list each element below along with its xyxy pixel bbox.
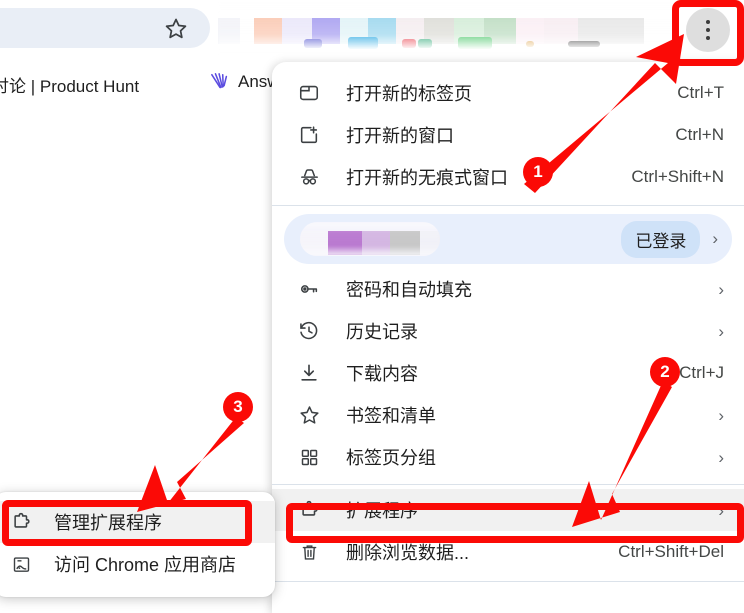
puzzle-icon <box>8 509 34 535</box>
annotation-badge-3: 3 <box>223 392 253 422</box>
menu-item-delete-browsing-data[interactable]: 删除浏览数据... Ctrl+Shift+Del <box>272 531 744 573</box>
menu-item-passwords-autofill[interactable]: 密码和自动填充 › <box>272 268 744 310</box>
menu-item-label: 标签页分组 <box>346 448 436 468</box>
chevron-right-icon: › <box>718 279 724 299</box>
new-tab-icon <box>296 80 322 106</box>
submenu-item-manage-extensions[interactable]: 管理扩展程序 <box>0 501 275 543</box>
extensions-submenu: 管理扩展程序 访问 Chrome 应用商店 <box>0 492 275 597</box>
menu-item-new-window[interactable]: 打开新的窗口 Ctrl+N <box>272 114 744 156</box>
menu-item-history[interactable]: 历史记录 › <box>272 310 744 352</box>
menu-separator <box>272 484 744 485</box>
bookmark-label: 讨论 | Product Hunt <box>0 77 140 96</box>
menu-item-label: 密码和自动填充 <box>346 280 472 300</box>
chrome-main-menu: 打开新的标签页 Ctrl+T 打开新的窗口 Ctrl+N 打开新的无痕式窗口 C… <box>272 62 744 613</box>
bookmark-item-product-hunt[interactable]: 讨论 | Product Hunt <box>0 72 139 97</box>
new-window-icon <box>296 122 322 148</box>
menu-item-tab-groups[interactable]: 标签页分组 › <box>272 436 744 478</box>
menu-item-shortcut: Ctrl+Shift+Del <box>618 542 724 561</box>
avatar <box>300 222 440 256</box>
menu-item-shortcut: Ctrl+T <box>677 83 724 102</box>
menu-item-label: 下载内容 <box>346 364 418 384</box>
chrome-three-dot-menu-button[interactable] <box>686 8 730 52</box>
menu-dot-1 <box>706 20 710 24</box>
menu-item-shortcut: Ctrl+Shift+N <box>631 167 724 186</box>
menu-item-label: 书签和清单 <box>346 406 436 426</box>
menu-dot-2 <box>706 28 710 32</box>
menu-dot-3 <box>706 36 710 40</box>
download-icon <box>296 360 322 386</box>
annotation-badge-2: 2 <box>650 357 680 387</box>
bookmark-star-icon[interactable] <box>163 16 189 42</box>
submenu-item-label: 管理扩展程序 <box>54 513 162 533</box>
menu-item-label: 历史记录 <box>346 322 418 342</box>
menu-item-label: 删除浏览数据... <box>346 543 470 563</box>
menu-item-label: 打开新的窗口 <box>346 126 454 146</box>
anthropic-icon <box>209 72 231 92</box>
menu-item-label: 扩展程序 <box>346 501 418 521</box>
menu-item-new-tab[interactable]: 打开新的标签页 Ctrl+T <box>272 72 744 114</box>
chevron-right-icon: › <box>718 321 724 341</box>
tab-groups-icon <box>296 444 322 470</box>
menu-separator <box>272 205 744 206</box>
puzzle-icon <box>296 497 322 523</box>
trash-icon <box>296 539 322 565</box>
star-icon <box>296 402 322 428</box>
menu-item-label: 打开新的标签页 <box>346 84 472 104</box>
status-badge: 已登录 <box>621 220 701 258</box>
extension-icons-strip[interactable] <box>218 0 678 56</box>
key-icon <box>296 276 322 302</box>
chevron-right-icon: › <box>718 447 724 467</box>
menu-item-extensions[interactable]: 扩展程序 › <box>272 489 744 531</box>
bookmark-item-answer[interactable]: Answ <box>209 72 280 92</box>
browser-toolbar <box>0 0 744 62</box>
menu-item-new-incognito-window[interactable]: 打开新的无痕式窗口 Ctrl+Shift+N <box>272 156 744 198</box>
menu-separator <box>272 581 744 582</box>
menu-item-bookmarks-lists[interactable]: 书签和清单 › <box>272 394 744 436</box>
menu-item-shortcut: Ctrl+J <box>679 363 724 382</box>
chevron-right-icon: › <box>718 500 724 520</box>
submenu-item-visit-chrome-web-store[interactable]: 访问 Chrome 应用商店 <box>0 543 275 585</box>
chevron-right-icon: › <box>718 405 724 425</box>
annotation-badge-1: 1 <box>523 157 553 187</box>
history-icon <box>296 318 322 344</box>
chevron-right-icon: › <box>712 229 718 248</box>
menu-item-shortcut: Ctrl+N <box>675 125 724 144</box>
profile-row[interactable]: 已登录 › <box>284 214 732 264</box>
webstore-icon <box>8 551 34 577</box>
submenu-item-label: 访问 Chrome 应用商店 <box>54 555 237 575</box>
incognito-icon <box>296 164 322 190</box>
menu-item-label: 打开新的无痕式窗口 <box>346 168 508 188</box>
screenshot-root: 讨论 | Product Hunt Answ 打开新的标签页 Ctrl+T 打开… <box>0 0 744 613</box>
